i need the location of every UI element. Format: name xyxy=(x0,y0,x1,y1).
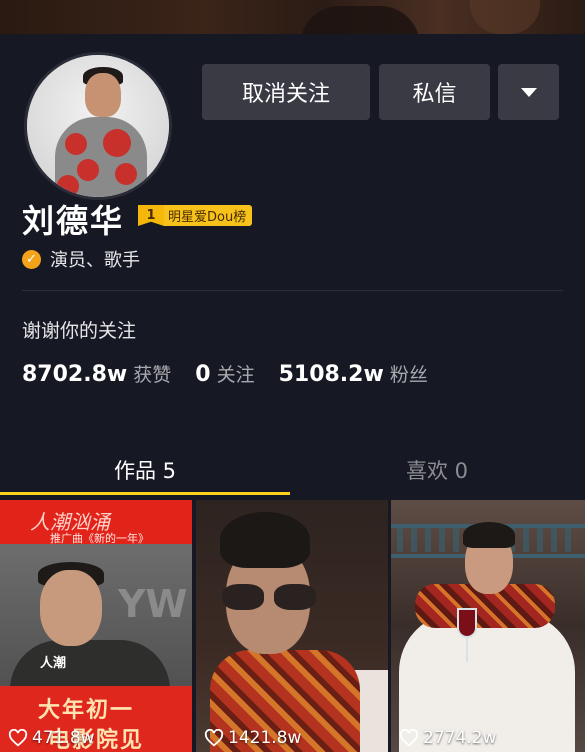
video-thumbnail-2[interactable]: 1421.8w xyxy=(196,500,388,752)
message-button[interactable]: 私信 xyxy=(379,64,490,120)
video-grid: 人潮汹涌 推广曲《新的一年》 YW 人潮 大年初一 电影院见 471.8w 14… xyxy=(0,500,585,752)
profile-name: 刘德华 xyxy=(22,202,125,240)
video-1-likes: 471.8w xyxy=(32,728,95,748)
verification-text: 演员、歌手 xyxy=(50,250,140,271)
tab-works[interactable]: 作品 5 xyxy=(0,446,290,494)
stat-following-label: 关注 xyxy=(216,364,255,386)
stat-followers[interactable]: 5108.2w 粉丝 xyxy=(279,360,428,387)
ranking-label: 明星爱Dou榜 xyxy=(164,205,253,226)
avatar[interactable] xyxy=(24,52,172,200)
active-tab-indicator xyxy=(0,492,290,495)
video-3-likes: 2774.2w xyxy=(423,728,497,748)
tab-likes[interactable]: 喜欢 0 xyxy=(292,446,582,494)
video-1-overlay-mid: 人潮 xyxy=(40,656,67,671)
bio-text: 谢谢你的关注 xyxy=(22,320,137,342)
stat-likes[interactable]: 8702.8w 获赞 xyxy=(22,360,171,387)
video-1-overlay-logo: YW xyxy=(118,582,188,626)
unfollow-label: 取消关注 xyxy=(241,82,330,107)
stat-likes-label: 获赞 xyxy=(133,364,172,386)
stat-likes-value: 8702.8w xyxy=(22,362,128,387)
stat-followers-label: 粉丝 xyxy=(389,364,428,386)
profile-cover-image xyxy=(0,0,585,34)
content-tabs: 作品 5 喜欢 0 xyxy=(0,446,585,494)
heart-icon xyxy=(399,729,419,747)
video-thumbnail-1[interactable]: 人潮汹涌 推广曲《新的一年》 YW 人潮 大年初一 电影院见 471.8w xyxy=(0,500,192,752)
verified-check-icon: ✓ xyxy=(22,249,41,269)
heart-icon xyxy=(204,729,224,747)
stats-row: 8702.8w 获赞 0 关注 5108.2w 粉丝 xyxy=(22,360,452,387)
profile-panel: 取消关注 私信 刘德华 1 明星爱Dou榜 ✓ 演员、歌手 谢谢你的关注 870… xyxy=(0,34,585,752)
video-1-overlay-line1: 大年初一 xyxy=(38,698,135,723)
verification-row: ✓ 演员、歌手 xyxy=(22,246,140,272)
video-1-like-count: 471.8w xyxy=(8,728,95,748)
rank-number: 1 xyxy=(138,205,164,226)
ranking-badge[interactable]: 1 明星爱Dou榜 xyxy=(138,205,253,226)
heart-icon xyxy=(8,729,28,747)
video-thumbnail-3[interactable]: 2774.2w xyxy=(391,500,585,752)
unfollow-button[interactable]: 取消关注 xyxy=(202,64,370,120)
video-3-like-count: 2774.2w xyxy=(399,728,496,748)
caret-down-icon xyxy=(520,87,537,97)
stat-following[interactable]: 0 关注 xyxy=(195,360,254,387)
divider xyxy=(22,290,563,291)
video-2-like-count: 1421.8w xyxy=(204,728,301,748)
video-2-likes: 1421.8w xyxy=(228,728,302,748)
message-label: 私信 xyxy=(412,82,457,107)
stat-following-value: 0 xyxy=(195,362,211,387)
more-options-button[interactable] xyxy=(498,64,559,120)
stat-followers-value: 5108.2w xyxy=(278,362,384,387)
